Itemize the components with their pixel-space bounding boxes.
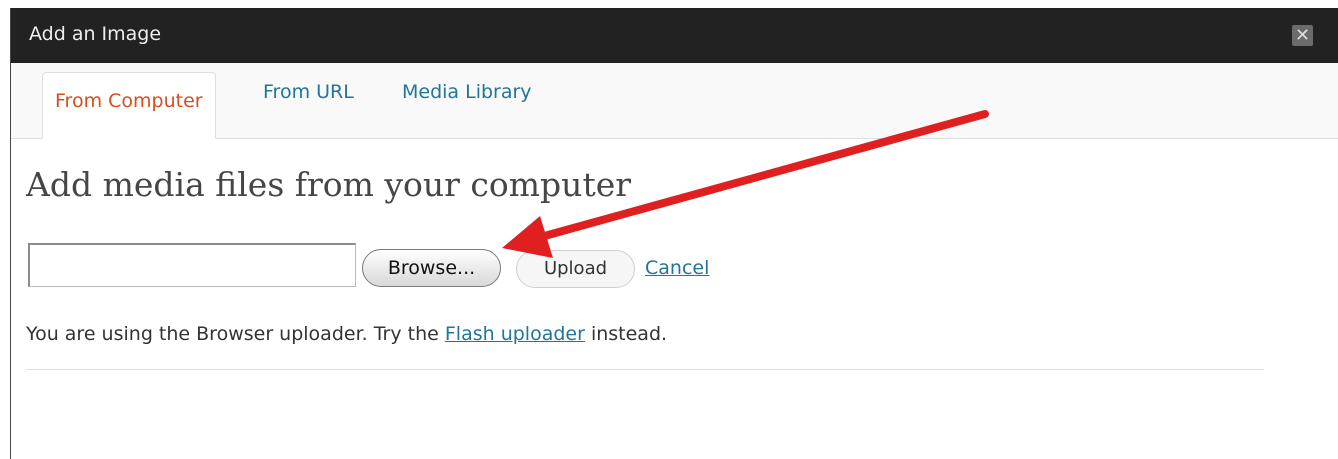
annotation-arrow-icon — [502, 110, 989, 258]
